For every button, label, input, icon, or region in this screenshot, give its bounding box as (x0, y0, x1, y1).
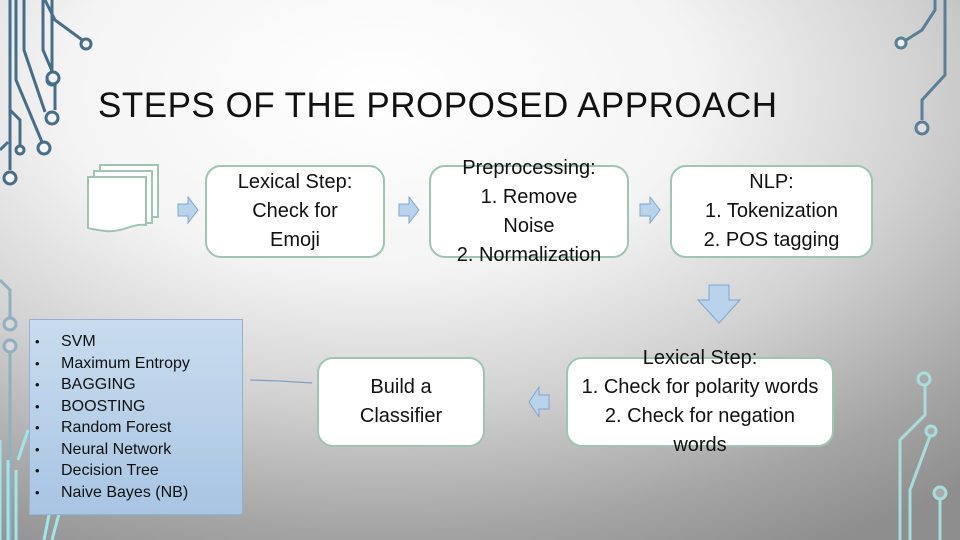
step-build-classifier: Build a Classifier (317, 357, 485, 447)
slide-title: STEPS OF THE PROPOSED APPROACH (98, 86, 778, 125)
step-text: Lexical Step: 1. Check for polarity word… (581, 347, 819, 456)
classifier-list-item: Neural Network (30, 439, 242, 461)
arrow-right-icon (398, 196, 420, 224)
step-nlp: NLP: 1. Tokenization 2. POS tagging (670, 165, 873, 258)
step-lexical-polarity: Lexical Step: 1. Check for polarity word… (566, 347, 834, 456)
step-text: Build a Classifier (359, 376, 443, 427)
classifier-list-item: Maximum Entropy (30, 353, 242, 375)
step-lexical-emoji: Lexical Step: Check for Emoji (205, 165, 385, 258)
arrow-left-icon (528, 386, 550, 418)
connector-line (250, 379, 313, 384)
arrow-down-icon (697, 284, 741, 324)
step-text: Preprocessing: 1. Remove Noise 2. Normal… (456, 156, 602, 266)
classifier-list-item: BAGGING (30, 374, 242, 396)
classifier-list-box: SVMMaximum EntropyBAGGINGBOOSTINGRandom … (29, 319, 243, 515)
step-preprocessing: Preprocessing: 1. Remove Noise 2. Normal… (429, 157, 629, 266)
classifier-list: SVMMaximum EntropyBAGGINGBOOSTINGRandom … (30, 320, 242, 503)
arrow-right-icon (177, 196, 199, 224)
classifier-list-item: BOOSTING (30, 396, 242, 418)
classifier-list-item: Random Forest (30, 417, 242, 439)
classifier-list-item: Naive Bayes (NB) (30, 482, 242, 504)
classifier-list-item: Decision Tree (30, 460, 242, 482)
step-text: NLP: 1. Tokenization 2. POS tagging (703, 171, 840, 251)
arrow-right-icon (639, 196, 661, 224)
classifier-list-item: SVM (30, 331, 242, 353)
step-text: Lexical Step: Check for Emoji (237, 171, 353, 251)
documents-stack-icon (87, 164, 159, 233)
